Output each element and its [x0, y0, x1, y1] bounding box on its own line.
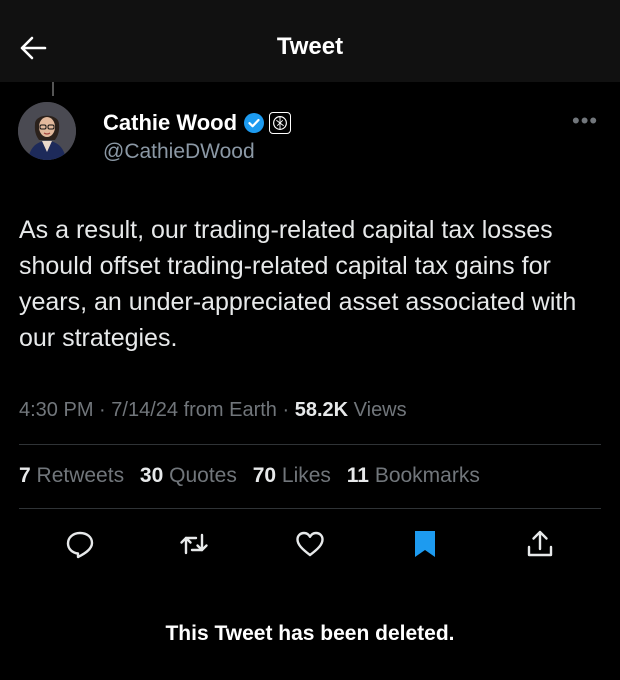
tweet-source: from Earth [183, 399, 277, 421]
engagement-stats: 7 Retweets 30 Quotes 70 Likes 11 Bookmar… [19, 464, 490, 488]
views-count: 58.2K [294, 399, 349, 421]
author-handle[interactable]: @CathieDWood [103, 140, 255, 164]
views-label: Views [353, 399, 407, 421]
divider [19, 444, 601, 445]
author-name-row[interactable]: Cathie Wood [103, 110, 292, 136]
author-name[interactable]: Cathie Wood [103, 110, 237, 136]
thread-line [52, 82, 54, 96]
tweet-time[interactable]: 4:30 PM [19, 399, 93, 421]
avatar[interactable] [18, 102, 76, 160]
divider [19, 508, 601, 509]
tweet-date[interactable]: 7/14/24 [111, 399, 178, 421]
tweet-text: As a result, our trading-related capital… [19, 216, 577, 352]
verified-badge-icon [244, 113, 265, 133]
reply-icon[interactable] [64, 528, 96, 560]
retweets-stat[interactable]: 7 Retweets [19, 464, 124, 487]
share-icon[interactable] [524, 528, 556, 560]
quotes-stat[interactable]: 30 Quotes [140, 464, 237, 487]
tweet-meta: 4:30 PM · 7/14/24 from Earth · 58.2K Vie… [19, 399, 407, 421]
likes-stat[interactable]: 70 Likes [253, 464, 331, 487]
action-bar [0, 522, 620, 566]
bookmarks-stat[interactable]: 11 Bookmarks [347, 464, 480, 487]
page-title: Tweet [276, 33, 344, 60]
more-options-icon[interactable]: ••• [572, 108, 598, 134]
retweet-icon[interactable] [178, 528, 210, 560]
top-bar: Tweet [0, 0, 620, 82]
heart-icon[interactable] [294, 528, 326, 560]
bookmark-icon[interactable] [409, 528, 441, 560]
deleted-notice: This Tweet has been deleted. [165, 622, 455, 645]
affiliation-logo-icon[interactable] [269, 112, 292, 134]
